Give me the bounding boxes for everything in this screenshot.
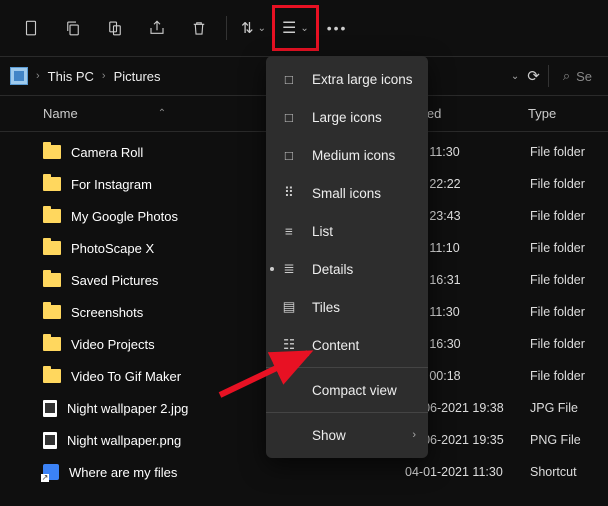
view-menu: □ Extra large icons □ Large icons □ Medium ic… [266,56,428,458]
sort-button[interactable]: ⇅⌄ [235,9,272,47]
folder-icon [43,369,61,383]
file-name: My Google Photos [71,209,178,224]
menu-item[interactable]: □ Medium icons [266,136,428,174]
file-name: Where are my files [69,465,177,480]
paste-button[interactable] [96,9,134,47]
copy-button[interactable] [54,9,92,47]
menu-compact-view[interactable]: Compact view [266,371,428,409]
new-button[interactable] [12,9,50,47]
more-button[interactable]: ••• [319,20,356,36]
view-option-icon: ≡ [280,224,298,239]
view-option-icon: □ [280,72,298,87]
menu-label: Medium icons [312,148,395,163]
menu-label: Extra large icons [312,72,413,87]
view-option-icon: ☷ [280,337,298,353]
view-button[interactable]: ☰⌄ [276,9,315,47]
toolbar: ⇅⌄ ☰⌄ ••• [0,0,608,56]
view-option-icon: □ [280,148,298,163]
menu-item[interactable]: ≡ List [266,212,428,250]
file-type: File folder [530,369,585,383]
folder-icon [43,145,61,159]
header-type[interactable]: Type [528,106,608,121]
file-type: File folder [530,177,585,191]
file-name: For Instagram [71,177,152,192]
menu-item[interactable]: ⠿ Small icons [266,174,428,212]
folder-icon [43,305,61,319]
view-option-icon: ≣ [280,261,298,277]
menu-separator [266,367,428,368]
file-icon [43,432,57,449]
file-name: Screenshots [71,305,143,320]
file-name: Night wallpaper.png [67,433,181,448]
menu-show[interactable]: Show› [266,416,428,454]
folder-icon [43,337,61,351]
share-button[interactable] [138,9,176,47]
file-type: Shortcut [530,465,577,479]
search-icon: ⌕ [563,68,570,84]
menu-label: Details [312,262,353,277]
file-date: 04-01-2021 11:30 [405,465,530,479]
menu-separator [266,412,428,413]
file-type: File folder [530,145,585,159]
folder-icon [43,177,61,191]
file-name: Video To Gif Maker [71,369,181,384]
file-name: Night wallpaper 2.jpg [67,401,188,416]
view-option-icon: □ [280,110,298,125]
menu-label: Large icons [312,110,382,125]
active-indicator-icon [270,267,274,271]
menu-item[interactable]: ▤ Tiles [266,288,428,326]
file-type: PNG File [530,433,581,447]
file-type: File folder [530,273,585,287]
file-row[interactable]: Where are my files 04-01-2021 11:30Shortc… [0,456,608,488]
address-dropdown[interactable]: ⌄ [511,71,519,82]
menu-label: List [312,224,333,239]
view-option-icon: ⠿ [280,185,298,201]
shortcut-icon [43,464,59,480]
file-name: PhotoScape X [71,241,154,256]
menu-item[interactable]: □ Large icons [266,98,428,136]
view-option-icon: ▤ [280,299,298,315]
file-type: File folder [530,305,585,319]
file-type: File folder [530,209,585,223]
file-type: File folder [530,337,585,351]
search-placeholder: Se [576,69,592,84]
folder-icon [43,273,61,287]
file-type: File folder [530,241,585,255]
chevron-right-icon: › [102,70,106,82]
chevron-right-icon: › [36,70,40,82]
chevron-right-icon: › [412,429,416,441]
refresh-button[interactable]: ⟳ [527,67,540,85]
search-box[interactable]: ⌕ Se [557,68,598,84]
delete-button[interactable] [180,9,218,47]
separator [226,16,227,40]
location-icon [10,67,28,85]
file-name: Camera Roll [71,145,143,160]
menu-item[interactable]: ☷ Content [266,326,428,364]
breadcrumb-root[interactable]: This PC [48,69,94,84]
folder-icon [43,241,61,255]
breadcrumb-folder[interactable]: Pictures [114,69,161,84]
file-name: Video Projects [71,337,155,352]
menu-label: Tiles [312,300,340,315]
menu-label: Small icons [312,186,381,201]
menu-item[interactable]: ≣ Details [266,250,428,288]
folder-icon [43,209,61,223]
file-name: Saved Pictures [71,273,158,288]
menu-label: Content [312,338,359,353]
file-icon [43,400,57,417]
sort-indicator-icon: ⌃ [158,108,166,119]
menu-item[interactable]: □ Extra large icons [266,60,428,98]
file-type: JPG File [530,401,578,415]
